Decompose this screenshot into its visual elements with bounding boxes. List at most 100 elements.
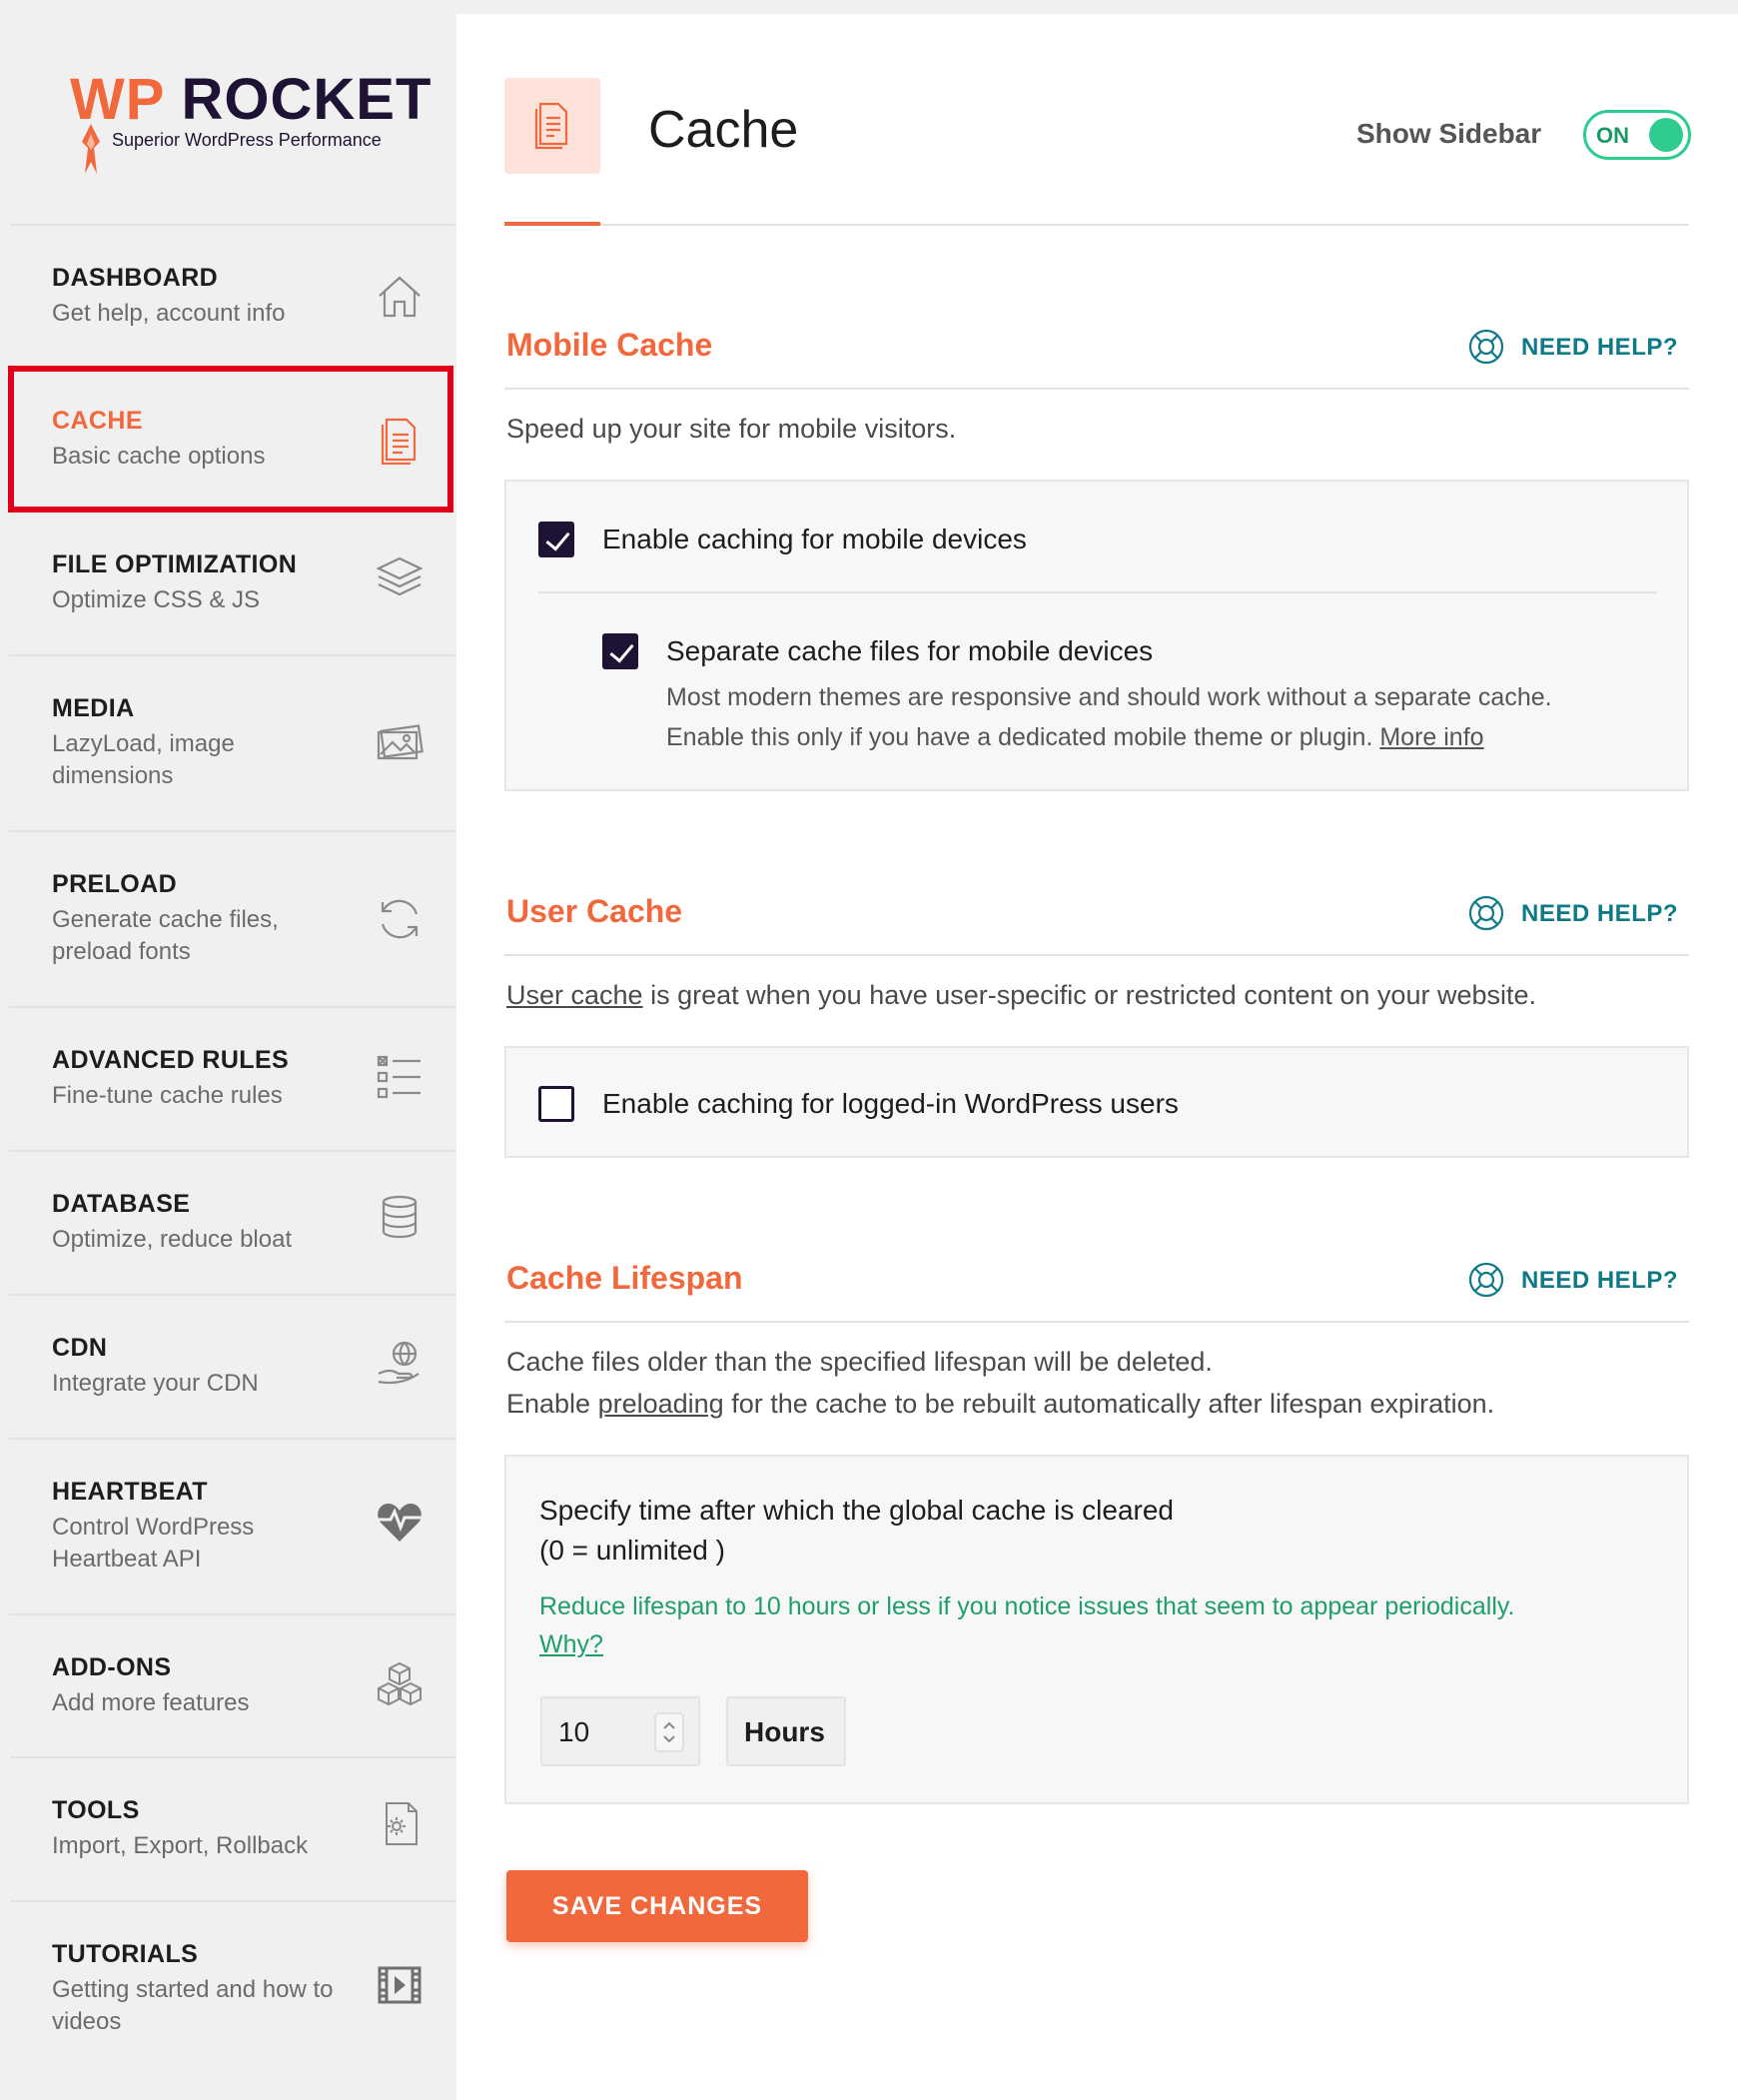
database-icon: [375, 1192, 425, 1242]
sidebar-item-desc: Import, Export, Rollback: [52, 1832, 309, 1859]
cache-lifespan-options-box: Specify time after which the global cach…: [504, 1455, 1689, 1804]
globe-hand-icon: [375, 1338, 425, 1388]
sidebar-item-media[interactable]: MEDIA LazyLoad, image dimensions: [10, 654, 456, 830]
sidebar-item-desc: Getting started and how to videos: [52, 1976, 334, 2035]
heartbeat-icon: [375, 1498, 425, 1548]
sidebar-item-desc: Fine-tune cache rules: [52, 1082, 283, 1109]
show-sidebar-toggle[interactable]: ON: [1583, 110, 1691, 160]
sidebar-item-desc: Optimize, reduce bloat: [52, 1226, 293, 1253]
sidebar-item-preload[interactable]: PRELOAD Generate cache files, preload fo…: [10, 830, 456, 1006]
sidebar-item-title: DASHBOARD: [52, 264, 219, 292]
header-active-indicator: [504, 222, 600, 226]
enable-user-cache-checkbox[interactable]: [538, 1086, 574, 1122]
gear-file-icon: [375, 1798, 425, 1848]
sidebar-item-heartbeat[interactable]: HEARTBEAT Control WordPress Heartbeat AP…: [10, 1438, 456, 1613]
why-link-row: Why?: [539, 1624, 603, 1664]
need-help-label: NEED HELP?: [1521, 1267, 1679, 1294]
user-cache-options-box: Enable caching for logged-in WordPress u…: [504, 1046, 1689, 1158]
sidebar-item-title: MEDIA: [52, 694, 135, 722]
lifespan-spec-line1: Specify time after which the global cach…: [539, 1495, 1174, 1526]
sidebar-item-title: HEARTBEAT: [52, 1478, 208, 1506]
lifebuoy-icon: [1468, 1262, 1504, 1298]
document-icon: [375, 415, 425, 466]
sidebar-item-file-optimization[interactable]: FILE OPTIMIZATION Optimize CSS & JS: [10, 511, 456, 654]
sidebar-item-desc: LazyLoad, image dimensions: [52, 730, 235, 789]
enable-mobile-cache-checkbox[interactable]: [538, 522, 574, 557]
sidebar-item-advanced-rules[interactable]: ADVANCED RULES Fine-tune cache rules: [10, 1006, 456, 1150]
sidebar-item-title: DATABASE: [52, 1190, 191, 1218]
video-icon: [375, 1960, 425, 2010]
more-info-link[interactable]: More info: [1379, 723, 1483, 751]
options-divider: [538, 591, 1657, 593]
sidebar-item-desc: Basic cache options: [52, 443, 266, 470]
why-link[interactable]: Why?: [539, 1630, 603, 1658]
sidebar-item-cache[interactable]: CACHE Basic cache options: [10, 367, 456, 511]
separate-mobile-cache-label: Separate cache files for mobile devices: [666, 635, 1154, 666]
image-icon: [375, 716, 425, 766]
spinner-arrows-icon[interactable]: [654, 1712, 684, 1752]
lifespan-warning: Reduce lifespan to 10 hours or less if y…: [539, 1592, 1515, 1620]
cubes-icon: [375, 1659, 425, 1709]
mobile-cache-options-box: Enable caching for mobile devices Separa…: [504, 480, 1689, 791]
lifespan-spec-line2: (0 = unlimited ): [539, 1535, 725, 1566]
lifespan-unit-select[interactable]: Hours: [726, 1696, 846, 1766]
lifespan-unit: Hours: [744, 1716, 825, 1747]
cache-lifespan-desc-line1: Cache files older than the specified lif…: [506, 1347, 1213, 1377]
separate-mobile-cache-desc-line1: Most modern themes are responsive and sh…: [666, 683, 1552, 711]
mobile-cache-description: Speed up your site for mobile visitors.: [506, 414, 957, 444]
lifespan-value: 10: [558, 1716, 590, 1747]
enable-mobile-cache-label: Enable caching for mobile devices: [602, 524, 1027, 554]
sidebar-item-desc: Optimize CSS & JS: [52, 586, 261, 613]
sidebar-item-dashboard[interactable]: DASHBOARD Get help, account info: [10, 224, 456, 367]
sidebar: WP ROCKET Superior WordPress Performance…: [0, 0, 456, 2100]
toggle-label: ON: [1596, 123, 1629, 148]
list-icon: [375, 1052, 425, 1102]
separate-mobile-cache-checkbox[interactable]: [602, 633, 638, 669]
sidebar-item-title: ADVANCED RULES: [52, 1046, 290, 1074]
save-changes-button[interactable]: SAVE CHANGES: [506, 1870, 808, 1942]
sidebar-item-desc: Get help, account info: [52, 300, 286, 327]
header-divider: [504, 224, 1689, 226]
logo-tagline: Superior WordPress Performance: [112, 130, 382, 150]
mobile-cache-title: Mobile Cache: [506, 327, 713, 363]
user-cache-description: User cache is great when you have user-s…: [506, 980, 1537, 1010]
sidebar-item-tools[interactable]: TOOLS Import, Export, Rollback: [10, 1756, 456, 1900]
sidebar-item-desc: Generate cache files, preload fonts: [52, 906, 279, 965]
sidebar-item-database[interactable]: DATABASE Optimize, reduce bloat: [10, 1150, 456, 1294]
sidebar-item-title: CDN: [52, 1334, 108, 1362]
preloading-link[interactable]: preloading: [598, 1389, 724, 1419]
logo-wordmark: WP ROCKET: [70, 67, 433, 132]
separate-mobile-cache-desc-line2: Enable this only if you have a dedicated…: [666, 723, 1484, 751]
refresh-icon: [375, 894, 425, 944]
sidebar-item-desc: Integrate your CDN: [52, 1370, 259, 1397]
sidebar-item-tutorials[interactable]: TUTORIALS Getting started and how to vid…: [10, 1900, 456, 2100]
lifespan-value-input[interactable]: 10: [540, 1696, 700, 1766]
sidebar-item-desc: Control WordPress Heartbeat API: [52, 1514, 255, 1573]
logo[interactable]: WP ROCKET Superior WordPress Performance: [68, 66, 431, 176]
sidebar-item-title: TOOLS: [52, 1796, 140, 1824]
cache-lifespan-divider: [504, 1321, 1689, 1323]
sidebar-item-title: TUTORIALS: [52, 1940, 199, 1968]
sidebar-nav: DASHBOARD Get help, account info CACHE B…: [10, 224, 456, 2100]
mobile-cache-divider: [504, 388, 1689, 390]
sidebar-item-title: PRELOAD: [52, 870, 178, 898]
page-icon: [504, 78, 600, 174]
cache-lifespan-title: Cache Lifespan: [506, 1260, 743, 1296]
lifebuoy-icon: [1468, 895, 1504, 931]
sidebar-item-title: ADD-ONS: [52, 1653, 172, 1681]
sidebar-item-add-ons[interactable]: ADD-ONS Add more features: [10, 1613, 456, 1756]
need-help-label: NEED HELP?: [1521, 900, 1679, 927]
layers-icon: [375, 552, 425, 602]
main-content: Cache Show Sidebar ON Mobile Cache NEED …: [456, 14, 1738, 2100]
home-icon: [375, 272, 425, 322]
document-icon: [534, 102, 568, 150]
enable-user-cache-label: Enable caching for logged-in WordPress u…: [602, 1088, 1179, 1119]
page-title: Cache: [648, 101, 799, 159]
sidebar-item-title: FILE OPTIMIZATION: [52, 550, 298, 578]
toggle-knob: [1649, 118, 1683, 152]
user-cache-link[interactable]: User cache: [506, 980, 643, 1010]
sidebar-item-cdn[interactable]: CDN Integrate your CDN: [10, 1294, 456, 1438]
need-help-label: NEED HELP?: [1521, 334, 1679, 361]
sidebar-item-desc: Add more features: [52, 1689, 250, 1716]
user-cache-title: User Cache: [506, 893, 683, 929]
